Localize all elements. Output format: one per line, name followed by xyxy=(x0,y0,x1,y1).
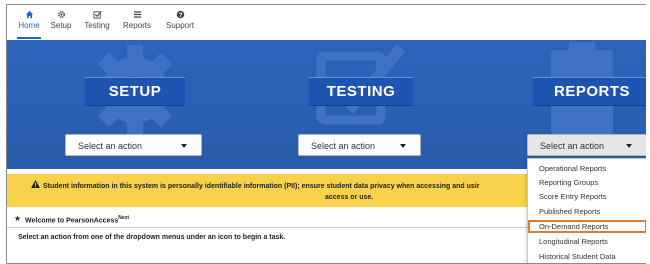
star-icon: ★ xyxy=(14,214,22,223)
warning-line-1: Student information in this system is pe… xyxy=(43,183,480,190)
setup-action-select[interactable]: Select an action xyxy=(65,134,202,156)
welcome-title-text: Welcome to PearsonAccess xyxy=(25,217,119,225)
reports-action-select[interactable]: Select an action xyxy=(527,134,646,156)
warning-icon xyxy=(31,180,40,188)
top-navigation: Home Setup Testing Reports ? Support xyxy=(7,5,646,39)
chevron-down-icon xyxy=(181,144,187,148)
menu-item-longitudinal-reports[interactable]: Longitudinal Reports xyxy=(528,235,646,248)
chevron-down-icon xyxy=(400,144,406,148)
nav-support[interactable]: ? Support xyxy=(163,8,197,36)
nav-testing-label: Testing xyxy=(84,21,110,30)
help-icon: ? xyxy=(176,10,184,19)
testing-select-label: Select an action xyxy=(311,141,376,151)
nav-support-label: Support xyxy=(165,21,195,30)
menu-item-published-reports[interactable]: Published Reports xyxy=(528,205,646,218)
chevron-down-icon xyxy=(626,144,632,148)
reports-dropdown-menu: Operational Reports Reporting Groups Sco… xyxy=(527,158,646,263)
menu-item-historical-student-data[interactable]: Historical Student Data xyxy=(528,250,646,263)
testing-action-select[interactable]: Select an action xyxy=(298,134,421,156)
instruction-text: Select an action from one of the dropdow… xyxy=(18,234,286,241)
gear-icon xyxy=(57,11,65,18)
checkbox-icon xyxy=(92,11,102,19)
testing-title: TESTING xyxy=(309,77,413,106)
welcome-title: Welcome to PearsonAccessNext xyxy=(25,210,129,229)
nav-testing[interactable]: Testing xyxy=(82,8,112,36)
reports-select-label: Select an action xyxy=(540,141,605,151)
setup-tile: SETUP Select an action xyxy=(65,40,205,169)
reports-title: REPORTS xyxy=(533,77,646,106)
nav-reports-label: Reports xyxy=(122,21,151,30)
testing-tile: TESTING Select an action xyxy=(291,40,431,169)
setup-title: SETUP xyxy=(85,77,185,106)
welcome-superscript: Next xyxy=(118,215,130,221)
nav-reports[interactable]: Reports xyxy=(120,8,154,36)
menu-item-operational-reports[interactable]: Operational Reports xyxy=(528,162,646,175)
menu-item-score-entry-reports[interactable]: Score Entry Reports xyxy=(528,190,646,203)
pearson-access-page: Home Setup Testing Reports ? Support SET… xyxy=(6,4,646,264)
svg-text:?: ? xyxy=(178,12,182,19)
menu-item-on-demand-reports[interactable]: On-Demand Reports xyxy=(528,220,646,233)
action-banner: SETUP Select an action TESTING Select an… xyxy=(7,40,646,169)
home-icon xyxy=(25,10,33,19)
reports-tile: REPORTS Select an action xyxy=(521,40,646,169)
setup-select-label: Select an action xyxy=(78,141,143,151)
menu-item-reporting-groups[interactable]: Reporting Groups xyxy=(528,176,646,189)
warning-line-2: access or use. xyxy=(325,194,374,201)
nav-setup-label: Setup xyxy=(50,21,72,30)
nav-home-label: Home xyxy=(18,21,40,30)
nav-home[interactable]: Home xyxy=(17,8,41,39)
nav-setup[interactable]: Setup xyxy=(49,8,73,36)
reports-icon xyxy=(133,11,141,18)
